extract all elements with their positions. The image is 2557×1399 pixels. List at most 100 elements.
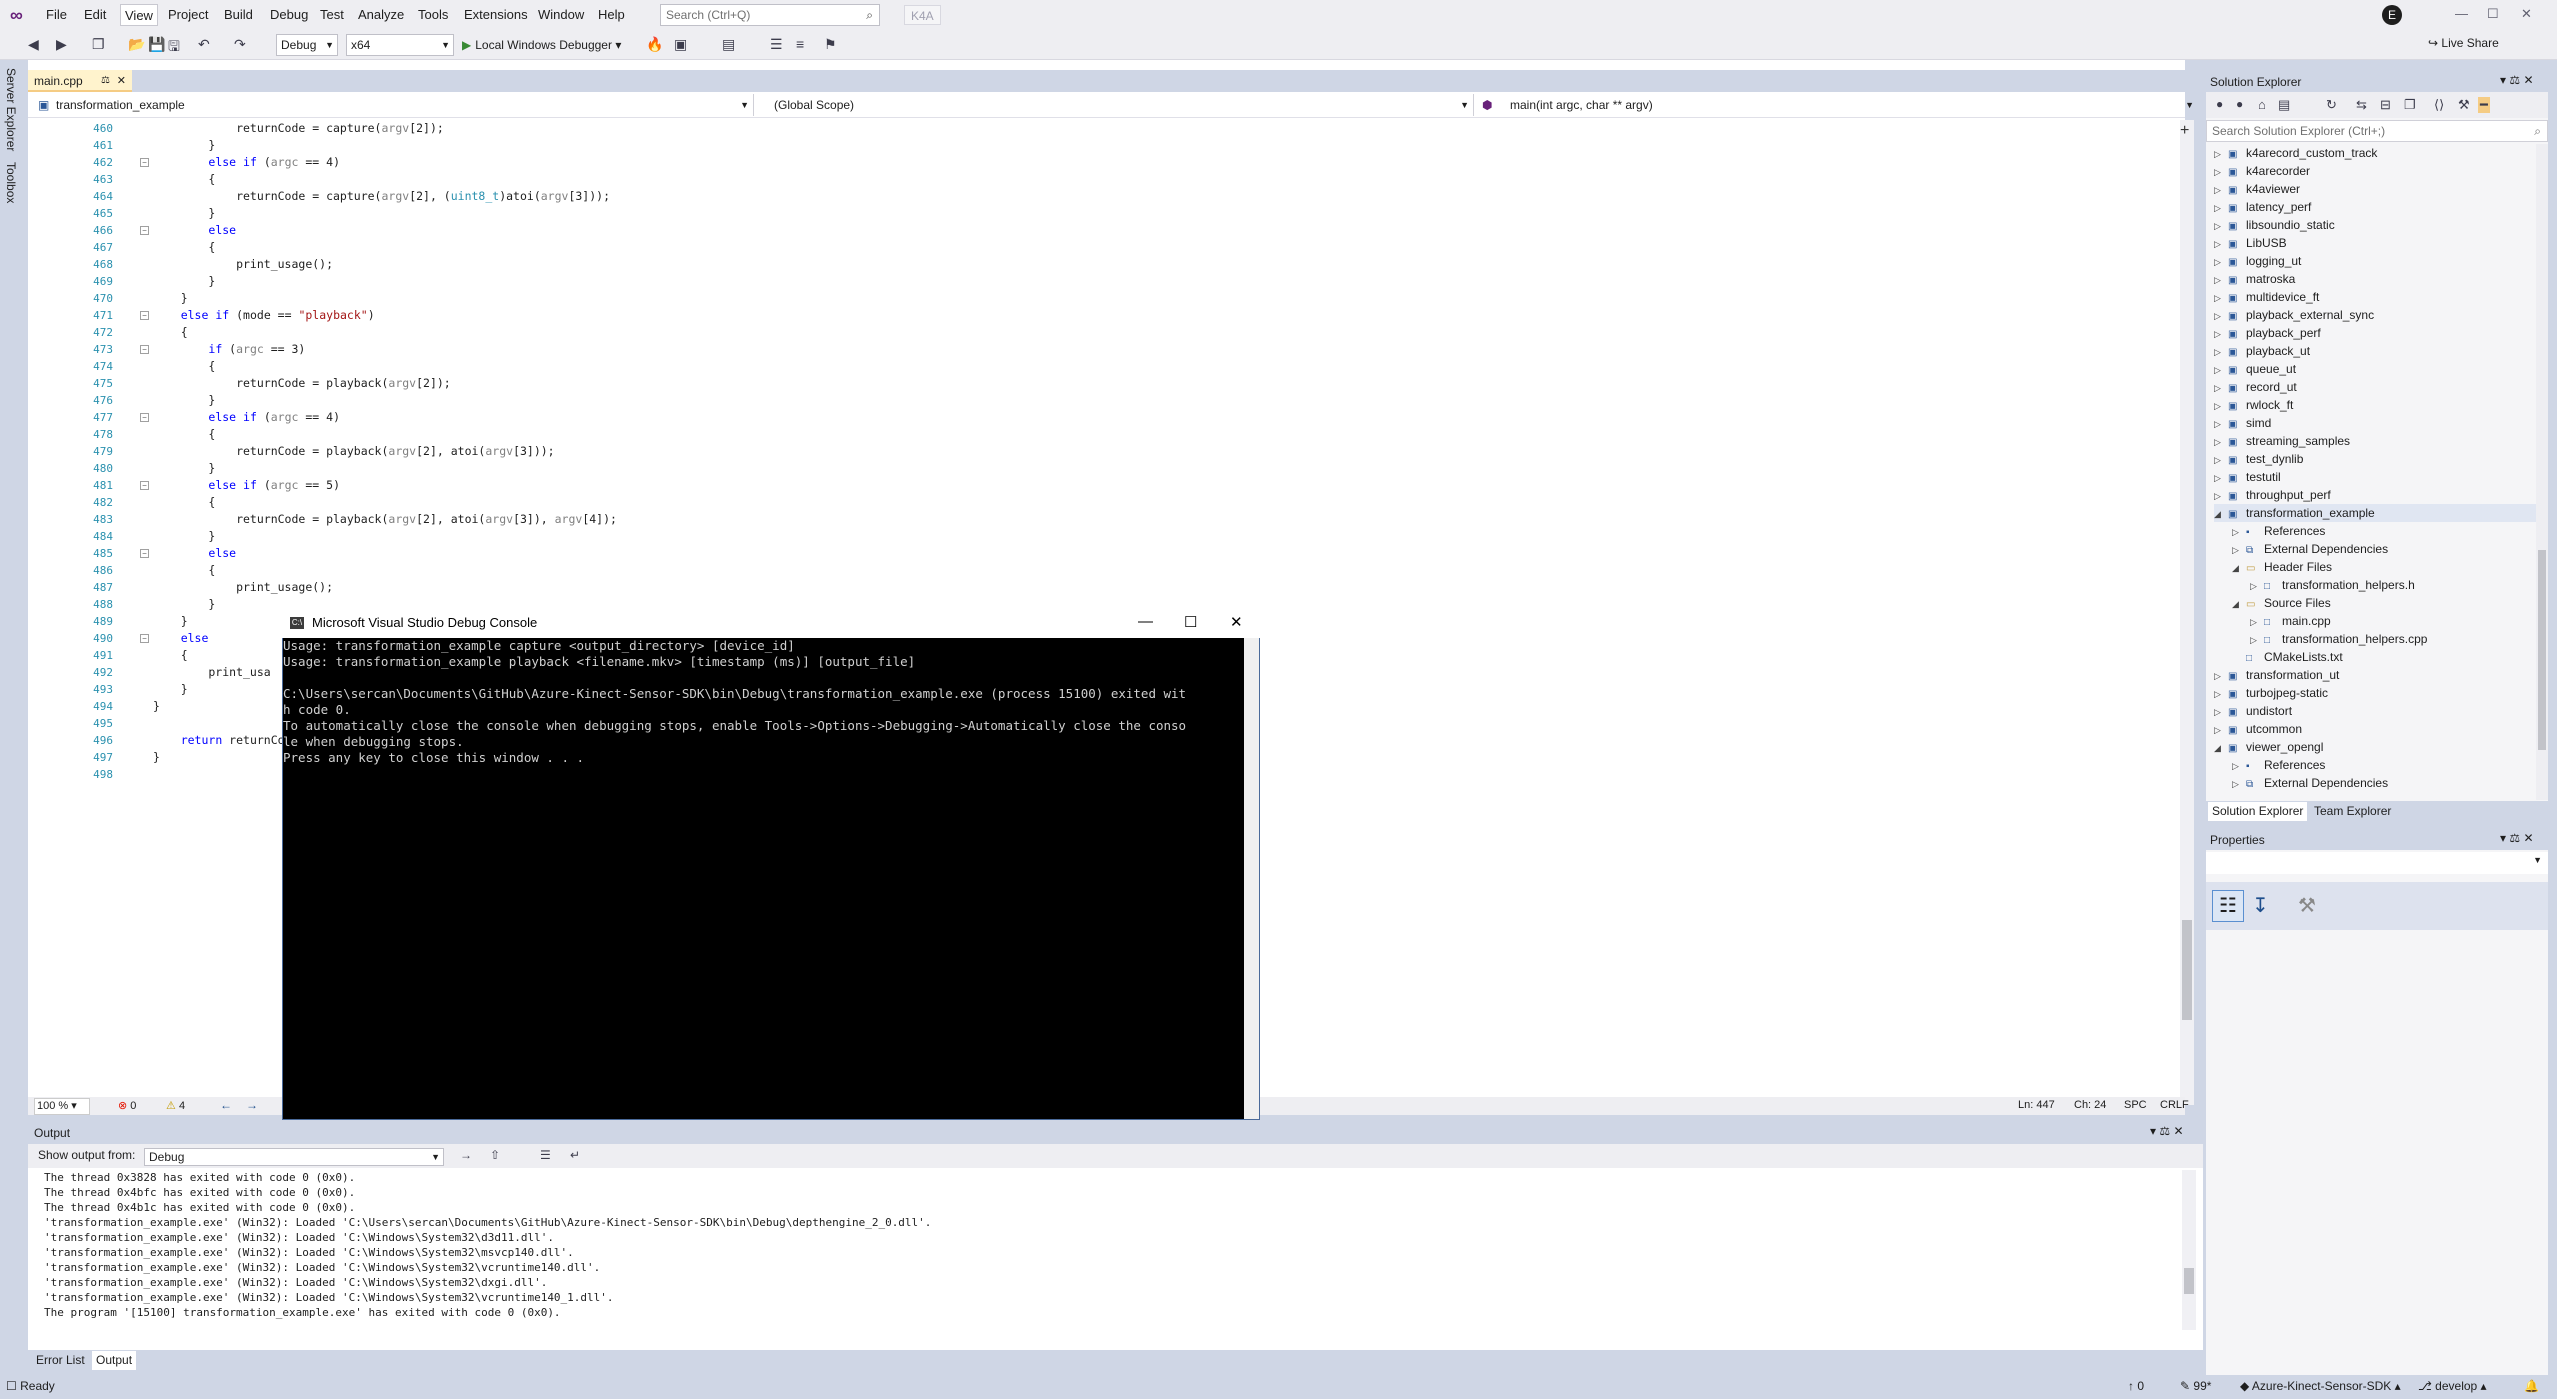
maximize-icon[interactable]: ☐ — [2487, 6, 2499, 22]
code-line[interactable]: } — [153, 749, 160, 766]
collapsed-arrow-icon[interactable]: ▷ — [2214, 217, 2228, 235]
code-line[interactable]: print_usage(); — [153, 256, 333, 273]
collapsed-arrow-icon[interactable]: ▷ — [2214, 703, 2228, 721]
collapsed-arrow-icon[interactable]: ▷ — [2214, 451, 2228, 469]
tree-item[interactable]: ▷ ▣ playback_ut — [2214, 342, 2536, 360]
fold-toggle-icon[interactable]: − — [140, 158, 149, 167]
collapsed-arrow-icon[interactable]: ▷ — [2250, 631, 2264, 649]
tree-item[interactable]: ▷ ▣ test_dynlib — [2214, 450, 2536, 468]
column-indicator[interactable]: Ch: 24 — [2074, 1099, 2106, 1111]
collapse-all-icon[interactable]: ⊟ — [2380, 97, 2391, 113]
editor-scroll-thumb[interactable] — [2182, 920, 2192, 1020]
forward-icon[interactable]: ● — [2236, 97, 2243, 111]
code-line[interactable]: print_usage(); — [153, 579, 333, 596]
user-avatar[interactable]: E — [2382, 5, 2402, 25]
menu-test[interactable]: Test — [316, 4, 348, 26]
diagnostics-icon[interactable]: ▣ — [674, 36, 687, 53]
previous-issue-icon[interactable]: ← — [220, 1098, 232, 1112]
expanded-arrow-icon[interactable]: ◢ — [2232, 559, 2246, 577]
solution-tree[interactable]: ▷ ▣ k4arecord_custom_track ▷ ▣ k4arecorder ▷ ▣ k… — [2206, 144, 2536, 800]
pending-changes-icon[interactable]: ↻ — [2326, 97, 2337, 113]
code-line[interactable]: { — [153, 324, 188, 341]
code-line[interactable]: return returnCode — [153, 732, 299, 749]
collapsed-arrow-icon[interactable]: ▷ — [2214, 325, 2228, 343]
menu-tools[interactable]: Tools — [414, 4, 452, 26]
console-minimize-icon[interactable]: — — [1138, 613, 1153, 630]
code-line[interactable]: else — [153, 222, 236, 239]
menu-help[interactable]: Help — [594, 4, 629, 26]
member-dropdown[interactable]: ⬢ main(int argc, char ** argv) ▼ — [1478, 94, 2198, 116]
solution-platform-select[interactable]: x64 ▼ — [346, 34, 454, 56]
sync-icon[interactable]: ⇆ — [2356, 97, 2367, 113]
solution-configuration-select[interactable]: Debug ▼ — [276, 34, 338, 56]
tree-item[interactable]: ◢ ▭ Header Files — [2232, 558, 2536, 576]
code-line[interactable]: else if (argc == 5) — [153, 477, 340, 494]
code-line[interactable]: } — [153, 460, 215, 477]
back-icon[interactable]: ● — [2216, 97, 2223, 111]
tab-team-explorer[interactable]: Team Explorer — [2310, 802, 2395, 821]
fold-toggle-icon[interactable]: − — [140, 311, 149, 320]
fold-toggle-icon[interactable]: − — [140, 226, 149, 235]
project-dropdown[interactable]: ▣ transformation_example ▼ — [34, 94, 754, 116]
fold-toggle-icon[interactable]: − — [140, 634, 149, 643]
properties-wrench-icon[interactable]: ⚒ — [2458, 97, 2470, 113]
fold-toggle-icon[interactable]: − — [140, 413, 149, 422]
undo-icon[interactable]: ↶ — [198, 36, 210, 53]
tree-item[interactable]: ▷ ⧉ External Dependencies — [2232, 774, 2536, 792]
tree-item[interactable]: ▷ ▣ k4arecorder — [2214, 162, 2536, 180]
code-line[interactable]: } — [153, 290, 188, 307]
fold-toggle-icon[interactable]: − — [140, 345, 149, 354]
redo-icon[interactable]: ↷ — [234, 36, 246, 53]
tree-item[interactable]: ▷ ▣ streaming_samples — [2214, 432, 2536, 450]
expanded-arrow-icon[interactable]: ◢ — [2232, 595, 2246, 613]
tree-item[interactable]: ▷ ▣ matroska — [2214, 270, 2536, 288]
console-scrollbar[interactable] — [1244, 638, 1259, 1119]
open-file-icon[interactable]: 📂 — [128, 36, 145, 53]
home-icon[interactable]: ⌂ — [2258, 97, 2266, 112]
output-text[interactable]: The thread 0x3828 has exited with code 0… — [44, 1170, 2174, 1320]
line-ending-indicator[interactable]: CRLF — [2160, 1099, 2189, 1111]
code-line[interactable]: returnCode = capture(argv[2], (uint8_t)a… — [153, 188, 610, 205]
tree-item[interactable]: ▷ ▪ References — [2232, 756, 2536, 774]
menu-build[interactable]: Build — [220, 4, 257, 26]
tree-item[interactable]: ▷ ▣ utcommon — [2214, 720, 2536, 738]
code-line[interactable]: } — [153, 137, 215, 154]
collapsed-arrow-icon[interactable]: ▷ — [2214, 289, 2228, 307]
console-maximize-icon[interactable]: ☐ — [1184, 613, 1197, 631]
code-line[interactable]: print_usa — [153, 664, 270, 681]
collapsed-arrow-icon[interactable]: ▷ — [2214, 307, 2228, 325]
collapsed-arrow-icon[interactable]: ▷ — [2214, 199, 2228, 217]
menu-analyze[interactable]: Analyze — [354, 4, 408, 26]
menu-extensions[interactable]: Extensions — [460, 4, 532, 26]
output-window-controls[interactable]: ▾ ⚖ ✕ — [2150, 1124, 2184, 1138]
menu-view[interactable]: View — [120, 4, 158, 26]
collapsed-arrow-icon[interactable]: ▷ — [2232, 775, 2246, 793]
collapsed-arrow-icon[interactable]: ▷ — [2214, 361, 2228, 379]
collapsed-arrow-icon[interactable]: ▷ — [2214, 181, 2228, 199]
collapsed-arrow-icon[interactable]: ▷ — [2250, 613, 2264, 631]
tree-item[interactable]: ▷ ▣ k4aviewer — [2214, 180, 2536, 198]
code-line[interactable]: returnCode = capture(argv[2]); — [153, 120, 444, 137]
tree-item[interactable]: ▷ ▣ latency_perf — [2214, 198, 2536, 216]
tab-error-list[interactable]: Error List — [32, 1351, 89, 1370]
alphabetical-icon[interactable]: ↧ — [2252, 890, 2269, 922]
collapsed-arrow-icon[interactable]: ▷ — [2214, 163, 2228, 181]
step-icon[interactable]: ▤ — [722, 36, 735, 53]
code-line[interactable]: } — [153, 273, 215, 290]
tree-item[interactable]: ▷ ▣ turbojpeg-static — [2214, 684, 2536, 702]
collapsed-arrow-icon[interactable]: ▷ — [2214, 253, 2228, 271]
publish-indicator[interactable]: ↑ 0 — [2128, 1379, 2144, 1393]
bookmark-icon[interactable]: ⚑ — [824, 36, 837, 53]
tree-item[interactable]: ◢ ▭ Source Files — [2232, 594, 2536, 612]
tree-item[interactable]: ◢ ▣ viewer_opengl — [2214, 738, 2536, 756]
categorized-icon[interactable]: ☷ — [2212, 890, 2244, 922]
collapsed-arrow-icon[interactable]: ▷ — [2214, 271, 2228, 289]
collapsed-arrow-icon[interactable]: ▷ — [2232, 541, 2246, 559]
expanded-arrow-icon[interactable]: ◢ — [2214, 505, 2228, 523]
hot-reload-icon[interactable]: 🔥 — [646, 36, 663, 53]
code-line[interactable]: if (argc == 3) — [153, 341, 305, 358]
collapsed-arrow-icon[interactable]: ▷ — [2214, 343, 2228, 361]
tree-item[interactable]: ▷ ▣ rwlock_ft — [2214, 396, 2536, 414]
tree-item[interactable]: ▷ ▣ record_ut — [2214, 378, 2536, 396]
code-line[interactable]: else if (mode == "playback") — [153, 307, 375, 324]
